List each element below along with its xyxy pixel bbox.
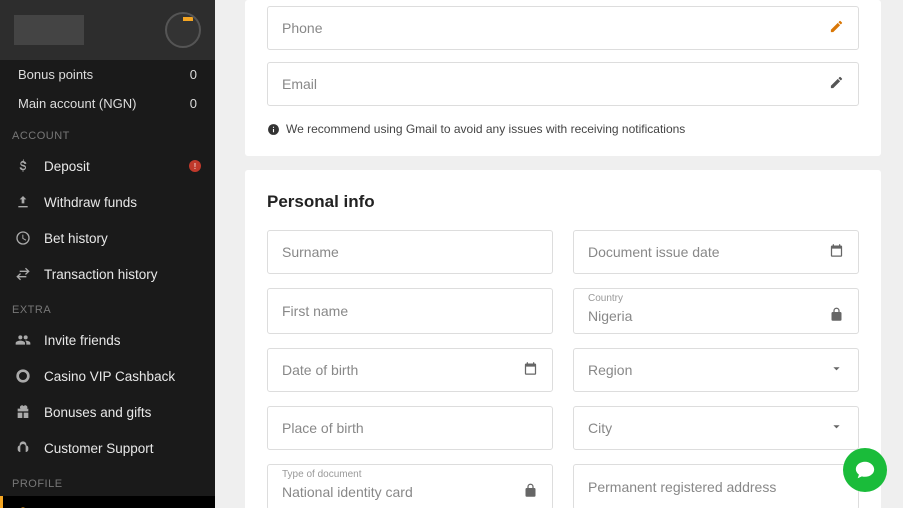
main-account-label: Main account (NGN) <box>18 96 136 111</box>
main-content: Phone Email We recommend using Gmail to … <box>215 0 903 508</box>
first-name-field[interactable]: First name <box>267 288 553 334</box>
section-account: ACCOUNT <box>0 118 215 148</box>
nav-deposit[interactable]: Deposit ! <box>0 148 215 184</box>
doc-type-value: National identity card <box>282 484 413 500</box>
nav-vip[interactable]: Casino VIP Cashback <box>0 358 215 394</box>
personal-info-card: Personal info Surname Document issue dat… <box>245 170 881 508</box>
user-id-graphic <box>14 15 84 45</box>
chevron-down-icon <box>829 419 844 437</box>
phone-field[interactable]: Phone <box>267 6 859 50</box>
phone-label: Phone <box>282 20 322 36</box>
bonus-points-row: Bonus points 0 <box>0 60 215 89</box>
gift-icon <box>14 403 32 421</box>
nav-withdraw[interactable]: Withdraw funds <box>0 184 215 220</box>
users-icon <box>14 331 32 349</box>
chip-icon <box>14 367 32 385</box>
doc-type-field: Type of document National identity card <box>267 464 553 508</box>
nav-invite[interactable]: Invite friends <box>0 322 215 358</box>
helper-text: We recommend using Gmail to avoid any is… <box>286 122 685 136</box>
main-account-value: 0 <box>190 96 197 111</box>
country-value: Nigeria <box>588 308 632 324</box>
bonus-value: 0 <box>190 67 197 82</box>
contact-card: Phone Email We recommend using Gmail to … <box>245 0 881 156</box>
city-field[interactable]: City <box>573 406 859 450</box>
nav-bet-history[interactable]: Bet history <box>0 220 215 256</box>
chat-icon <box>854 459 876 481</box>
nav-label: Casino VIP Cashback <box>44 369 175 384</box>
calendar-icon <box>829 243 844 261</box>
personal-form: Surname Document issue date First name C… <box>267 230 859 508</box>
nav-bonuses[interactable]: Bonuses and gifts <box>0 394 215 430</box>
section-profile: PROFILE <box>0 466 215 496</box>
avatar[interactable] <box>165 12 201 48</box>
lock-icon <box>523 483 538 501</box>
nav-transactions[interactable]: Transaction history <box>0 256 215 292</box>
personal-info-title: Personal info <box>267 170 859 230</box>
nav-personal-profile[interactable]: Personal profile <box>0 496 215 508</box>
dob-field[interactable]: Date of birth <box>267 348 553 392</box>
nav-label: Transaction history <box>44 267 158 282</box>
lock-icon <box>829 307 844 325</box>
chat-fab[interactable] <box>843 448 887 492</box>
nav-label: Bet history <box>44 231 108 246</box>
bonus-label: Bonus points <box>18 67 93 82</box>
surname-field[interactable]: Surname <box>267 230 553 274</box>
chevron-down-icon <box>829 361 844 379</box>
email-label: Email <box>282 76 317 92</box>
alert-badge: ! <box>189 160 201 172</box>
transfer-icon <box>14 265 32 283</box>
pob-field[interactable]: Place of birth <box>267 406 553 450</box>
nav-label: Withdraw funds <box>44 195 137 210</box>
sidebar: Bonus points 0 Main account (NGN) 0 ACCO… <box>0 0 215 508</box>
pencil-icon[interactable] <box>829 75 844 93</box>
info-icon <box>267 123 280 136</box>
nav-label: Bonuses and gifts <box>44 405 151 420</box>
main-account-row: Main account (NGN) 0 <box>0 89 215 118</box>
user-header <box>0 0 215 60</box>
document-issue-date-field[interactable]: Document issue date <box>573 230 859 274</box>
country-label: Country <box>588 293 623 304</box>
region-field[interactable]: Region <box>573 348 859 392</box>
nav-support[interactable]: Customer Support <box>0 430 215 466</box>
clock-icon <box>14 229 32 247</box>
pencil-icon[interactable] <box>829 19 844 37</box>
doc-type-label: Type of document <box>282 469 362 480</box>
email-helper: We recommend using Gmail to avoid any is… <box>267 118 859 142</box>
address-field[interactable]: Permanent registered address <box>573 464 859 508</box>
support-icon <box>14 439 32 457</box>
nav-label: Invite friends <box>44 333 121 348</box>
nav-label: Deposit <box>44 159 90 174</box>
section-extra: EXTRA <box>0 292 215 322</box>
country-field: Country Nigeria <box>573 288 859 334</box>
dollar-icon <box>14 157 32 175</box>
calendar-icon <box>523 361 538 379</box>
nav-label: Customer Support <box>44 441 154 456</box>
upload-icon <box>14 193 32 211</box>
email-field[interactable]: Email <box>267 62 859 106</box>
